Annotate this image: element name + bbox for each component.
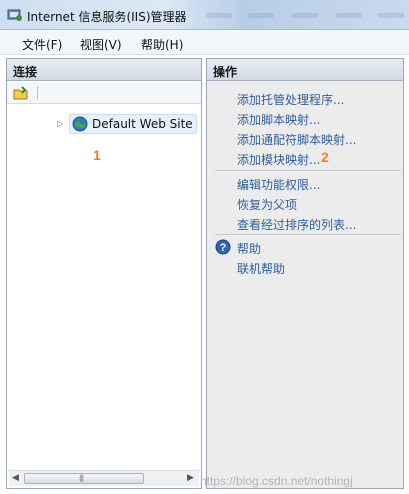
scroll-left-icon[interactable]: ◀ — [12, 473, 19, 483]
menu-view[interactable]: 视图(V) — [80, 36, 122, 53]
action-add-managed-handler[interactable]: 添加托管处理程序... — [237, 91, 344, 108]
title-glass-blur — [336, 13, 362, 18]
action-online-help[interactable]: 联机帮助 — [237, 260, 285, 277]
site-label: Default Web Site — [92, 117, 193, 131]
watermark-text: https://blog.csdn.net/nothingj — [200, 474, 353, 488]
action-view-ordered-list[interactable]: 查看经过排序的列表... — [237, 216, 356, 233]
title-glass-blur — [378, 13, 404, 18]
title-glass-blur — [248, 13, 274, 18]
action-revert-to-parent[interactable]: 恢复为父项 — [237, 196, 297, 213]
action-edit-feature-permissions[interactable]: 编辑功能权限... — [237, 176, 320, 193]
menu-bar: 文件(F) 视图(V) 帮助(H) — [0, 30, 409, 55]
toolbar-separator — [37, 86, 38, 100]
connections-header: 连接 — [7, 59, 201, 81]
site-selection[interactable]: Default Web Site — [69, 114, 197, 134]
action-add-module-mapping[interactable]: 添加模块映射... — [237, 151, 320, 168]
title-glass-blur — [206, 13, 232, 18]
action-add-wildcard-script-map[interactable]: 添加通配符脚本映射... — [237, 131, 356, 148]
actions-panel: 操作 添加托管处理程序... 添加脚本映射... 添加通配符脚本映射... 添加… — [206, 58, 404, 489]
menu-help[interactable]: 帮助(H) — [141, 36, 183, 53]
actions-header: 操作 — [207, 59, 403, 81]
connect-folder-icon[interactable] — [13, 85, 29, 101]
menu-file[interactable]: 文件(F) — [22, 36, 62, 53]
expand-arrow-icon[interactable]: ▷ — [57, 119, 63, 128]
connections-toolbar — [7, 82, 201, 104]
tree-node-default-web-site[interactable]: ▷ Default Web Site — [57, 114, 197, 134]
actions-separator — [215, 234, 401, 235]
globe-icon — [72, 116, 88, 132]
annotation-marker-1: 1 — [93, 147, 101, 163]
connections-panel: 连接 ▷ Default Web Site 1 ◀ ||| ▶ — [6, 58, 202, 489]
title-bar: Internet 信息服务(IIS)管理器 — [0, 0, 409, 30]
title-glass-blur — [292, 13, 318, 18]
help-icon: ? — [215, 239, 231, 255]
scroll-thumb[interactable] — [24, 473, 144, 484]
action-add-script-map[interactable]: 添加脚本映射... — [237, 111, 320, 128]
horizontal-scrollbar[interactable]: ◀ ||| ▶ — [9, 470, 199, 486]
action-help[interactable]: 帮助 — [237, 240, 261, 257]
scroll-right-icon[interactable]: ▶ — [187, 473, 194, 483]
svg-text:?: ? — [220, 242, 227, 254]
annotation-marker-2: 2 — [321, 149, 329, 165]
iis-manager-icon — [7, 9, 22, 21]
scroll-grip-icon: ||| — [79, 474, 84, 482]
actions-separator — [215, 170, 401, 171]
window-title: Internet 信息服务(IIS)管理器 — [27, 10, 187, 24]
